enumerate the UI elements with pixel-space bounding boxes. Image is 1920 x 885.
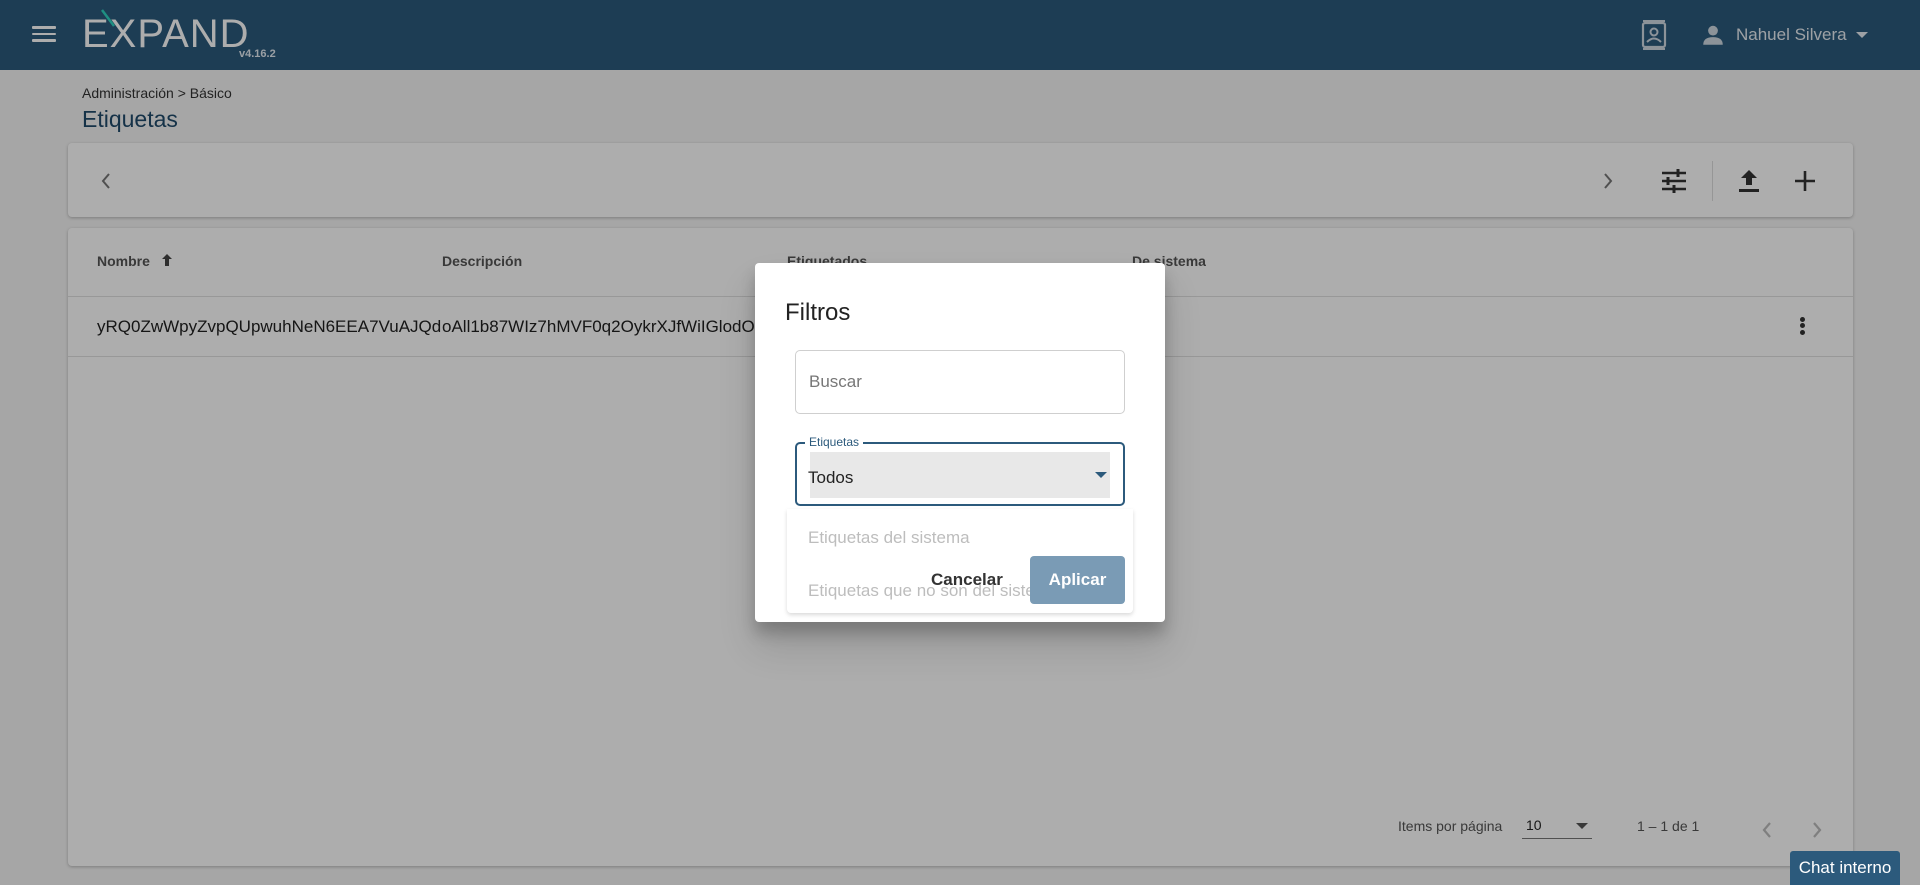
apply-button[interactable]: Aplicar — [1030, 556, 1125, 604]
search-input[interactable] — [796, 351, 1124, 413]
caret-down-icon — [1095, 472, 1107, 478]
filters-dialog: Filtros Etiquetas Todos Etiquetas del si… — [755, 263, 1165, 622]
search-field[interactable] — [795, 350, 1125, 414]
select-value: Todos — [808, 468, 854, 487]
etiquetas-select[interactable]: Etiquetas Todos — [795, 435, 1125, 506]
option-etiquetas-sistema[interactable]: Etiquetas del sistema — [808, 528, 970, 548]
select-focus-overlay — [810, 452, 1110, 498]
select-label: Etiquetas — [805, 435, 864, 449]
chat-interno-button[interactable]: Chat interno — [1790, 851, 1900, 885]
cancel-button[interactable]: Cancelar — [931, 570, 1003, 590]
dialog-title: Filtros — [785, 299, 851, 326]
